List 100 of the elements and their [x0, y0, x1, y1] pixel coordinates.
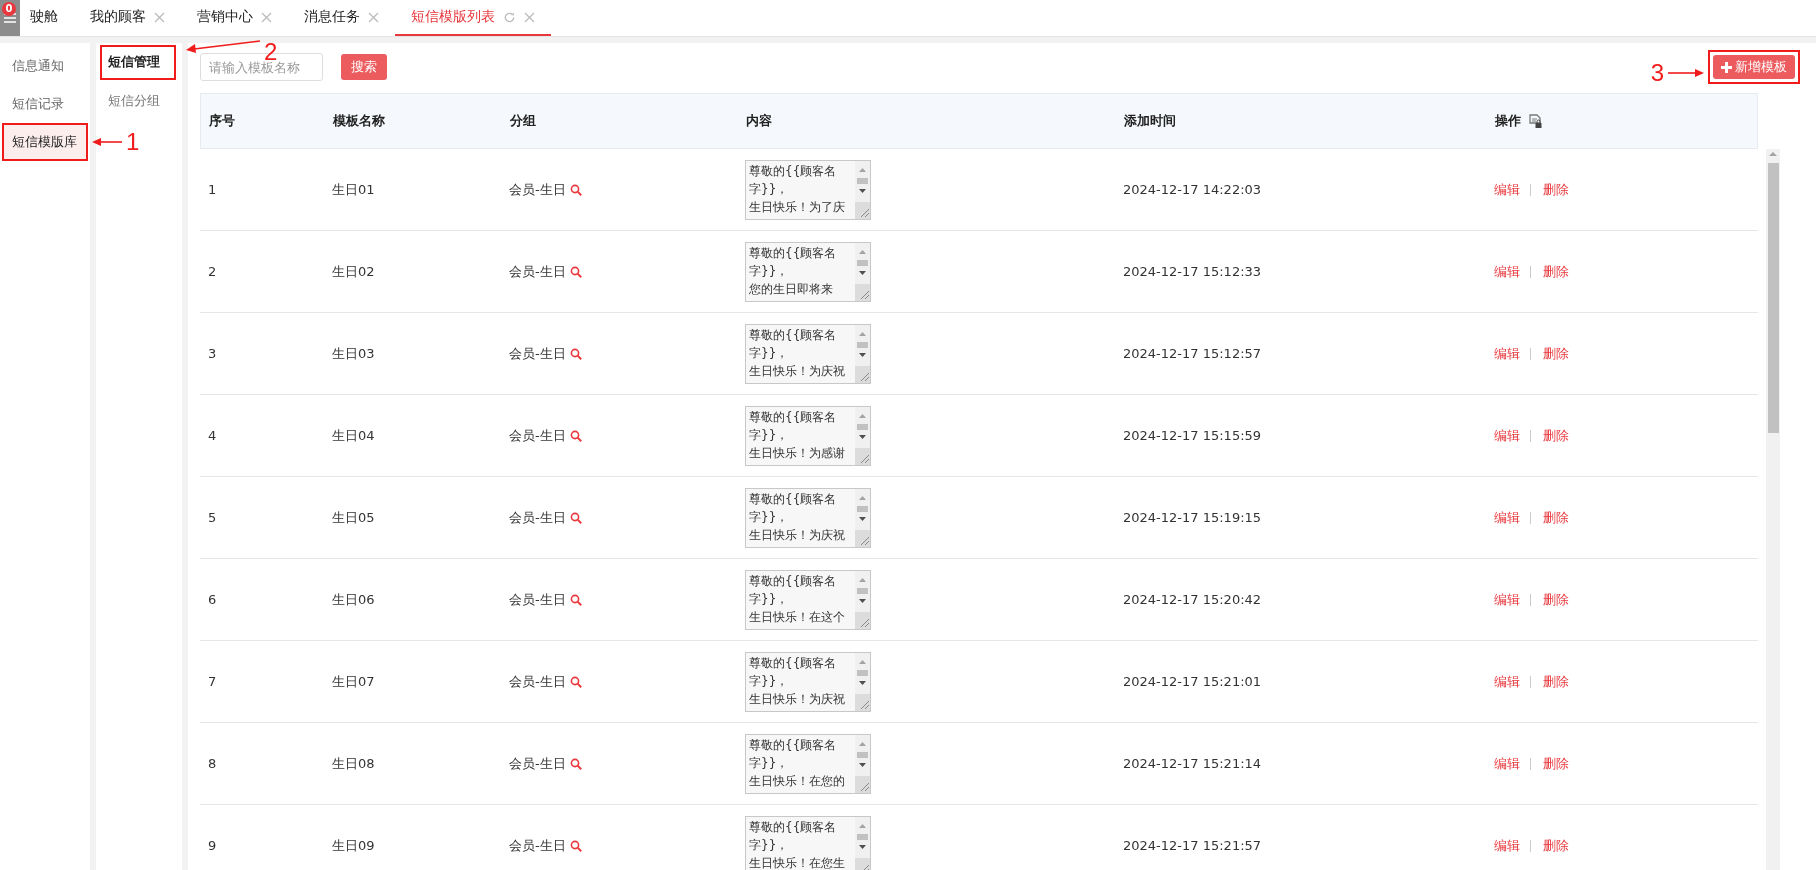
page-tab[interactable]: 驶舱 — [20, 0, 74, 36]
table-cell-text: 生日07 — [331, 672, 376, 691]
scroll-up-icon[interactable] — [1767, 149, 1779, 159]
search-button[interactable]: 搜索 — [341, 54, 387, 80]
menu-icon — [4, 13, 16, 23]
search-icon[interactable] — [569, 265, 582, 278]
edit-link[interactable]: 编辑 — [1494, 180, 1520, 199]
scrollbar-drawing — [855, 160, 870, 219]
arrow-icon — [92, 137, 122, 147]
sidebar-item[interactable]: 信息通知 — [4, 49, 86, 83]
delete-link[interactable]: 删除 — [1543, 262, 1569, 281]
group-text: 会员-生日 — [509, 836, 566, 855]
table-cell-text: 2024-12-17 15:21:57 — [1122, 838, 1263, 853]
sidebar-item[interactable]: 短信记录 — [4, 87, 86, 121]
edit-link[interactable]: 编辑 — [1494, 426, 1520, 445]
edit-link[interactable]: 编辑 — [1494, 754, 1520, 773]
delete-link[interactable]: 删除 — [1543, 590, 1569, 609]
delete-link[interactable]: 删除 — [1543, 344, 1569, 363]
table-cell-text: 6 — [207, 592, 218, 607]
content-line: 尊敬的{{顾客名字}}， — [749, 654, 838, 690]
content-line: 生日快乐！在您生 — [749, 854, 846, 870]
column-header: 操作 — [1487, 112, 1757, 130]
content-line: 生日快乐！为庆祝 — [749, 526, 846, 544]
table-cell-text: 2 — [207, 264, 218, 279]
page-tab[interactable]: 营销中心 — [181, 0, 288, 36]
page-tab[interactable]: 我的顾客 — [74, 0, 181, 36]
table-cell-text: 9 — [207, 838, 218, 853]
content-line: 生日快乐！在您的 — [749, 772, 846, 790]
edit-link[interactable]: 编辑 — [1494, 836, 1520, 855]
content-line: 尊敬的{{顾客名字}}， — [749, 162, 838, 198]
group-text: 会员-生日 — [509, 754, 566, 773]
group-text: 会员-生日 — [509, 672, 566, 691]
content-textarea[interactable]: 尊敬的{{顾客名字}}， 生日快乐！为庆祝 — [745, 487, 871, 548]
content-textarea[interactable]: 尊敬的{{顾客名字}}， 您的生日即将来 — [745, 241, 871, 302]
delete-link[interactable]: 删除 — [1543, 426, 1569, 445]
delete-link[interactable]: 删除 — [1543, 508, 1569, 527]
callout-number: 1 — [126, 129, 140, 155]
scrollbar-drawing — [855, 242, 870, 301]
document-lock-icon[interactable] — [1529, 114, 1542, 128]
delete-link[interactable]: 删除 — [1543, 754, 1569, 773]
search-icon[interactable] — [569, 839, 582, 852]
content-line: 尊敬的{{顾客名字}}， — [749, 818, 838, 854]
content-line: 生日快乐！在这个 — [749, 608, 846, 626]
search-icon[interactable] — [569, 429, 582, 442]
table-cell-text: 生日04 — [331, 426, 376, 445]
group-text: 会员-生日 — [509, 262, 566, 281]
column-header: 模板名称 — [331, 112, 386, 130]
content-textarea[interactable]: 尊敬的{{顾客名字}}， 生日快乐！为庆祝 — [745, 323, 871, 384]
content-line: 生日快乐！为了庆 — [749, 198, 846, 216]
subnav-tab[interactable]: 短信分组 — [102, 86, 174, 117]
table-cell-text: 4 — [207, 428, 218, 443]
table-cell-text: 2024-12-17 15:21:01 — [1122, 674, 1263, 689]
group-text: 会员-生日 — [509, 590, 566, 609]
table-cell-text: 2024-12-17 15:21:14 — [1122, 756, 1263, 771]
menu-button[interactable]: 0 — [0, 0, 20, 36]
arrow-icon — [1668, 68, 1704, 78]
edit-link[interactable]: 编辑 — [1494, 508, 1520, 527]
search-icon[interactable] — [569, 757, 582, 770]
content-textarea[interactable]: 尊敬的{{顾客名字}}， 生日快乐！在您生 — [745, 815, 871, 870]
table-cell-text: 1 — [207, 182, 218, 197]
search-icon[interactable] — [569, 593, 582, 606]
scrollbar-drawing — [855, 734, 870, 793]
table-cell-text: 2024-12-17 14:22:03 — [1122, 182, 1263, 197]
content-line: 尊敬的{{顾客名字}}， — [749, 326, 838, 362]
column-header: 分组 — [509, 112, 537, 130]
content-line: 尊敬的{{顾客名字}}， — [749, 736, 838, 772]
scrollbar[interactable] — [1766, 149, 1780, 870]
group-text: 会员-生日 — [509, 180, 566, 199]
delete-link[interactable]: 删除 — [1543, 836, 1569, 855]
search-icon[interactable] — [569, 511, 582, 524]
search-icon[interactable] — [569, 347, 582, 360]
content-textarea[interactable]: 尊敬的{{顾客名字}}， 生日快乐！在这个 — [745, 569, 871, 630]
table-cell-text: 7 — [207, 674, 218, 689]
delete-link[interactable]: 删除 — [1543, 672, 1569, 691]
content-line: 尊敬的{{顾客名字}}， — [749, 572, 838, 608]
subnav-tab[interactable]: 短信管理 — [102, 47, 174, 78]
scrollbar-drawing — [855, 816, 870, 870]
add-template-button[interactable]: 新增模板 — [1713, 55, 1795, 79]
content-textarea[interactable]: 尊敬的{{顾客名字}}， 生日快乐！为感谢 — [745, 405, 871, 466]
search-icon[interactable] — [569, 183, 582, 196]
group-text: 会员-生日 — [509, 426, 566, 445]
edit-link[interactable]: 编辑 — [1494, 672, 1520, 691]
content-textarea[interactable]: 尊敬的{{顾客名字}}， 生日快乐！为庆祝 — [745, 651, 871, 712]
delete-link[interactable]: 删除 — [1543, 180, 1569, 199]
arrow-icon — [186, 39, 260, 53]
content-textarea[interactable]: 尊敬的{{顾客名字}}， 生日快乐！为了庆 — [745, 159, 871, 220]
scrollbar-drawing — [855, 324, 870, 383]
content-textarea[interactable]: 尊敬的{{顾客名字}}， 生日快乐！在您的 — [745, 733, 871, 794]
group-text: 会员-生日 — [509, 344, 566, 363]
edit-link[interactable]: 编辑 — [1494, 590, 1520, 609]
search-icon[interactable] — [569, 675, 582, 688]
page-tab[interactable]: 消息任务 — [288, 0, 395, 36]
sidebar-item[interactable]: 短信模版库 — [4, 125, 86, 159]
edit-link[interactable]: 编辑 — [1494, 262, 1520, 281]
scrollbar-drawing — [855, 488, 870, 547]
table-cell-text: 2024-12-17 15:12:57 — [1122, 346, 1263, 361]
edit-link[interactable]: 编辑 — [1494, 344, 1520, 363]
callout-number: 3 — [1650, 60, 1664, 86]
table-cell-text: 生日05 — [331, 508, 376, 527]
column-header: 序号 — [208, 112, 236, 130]
